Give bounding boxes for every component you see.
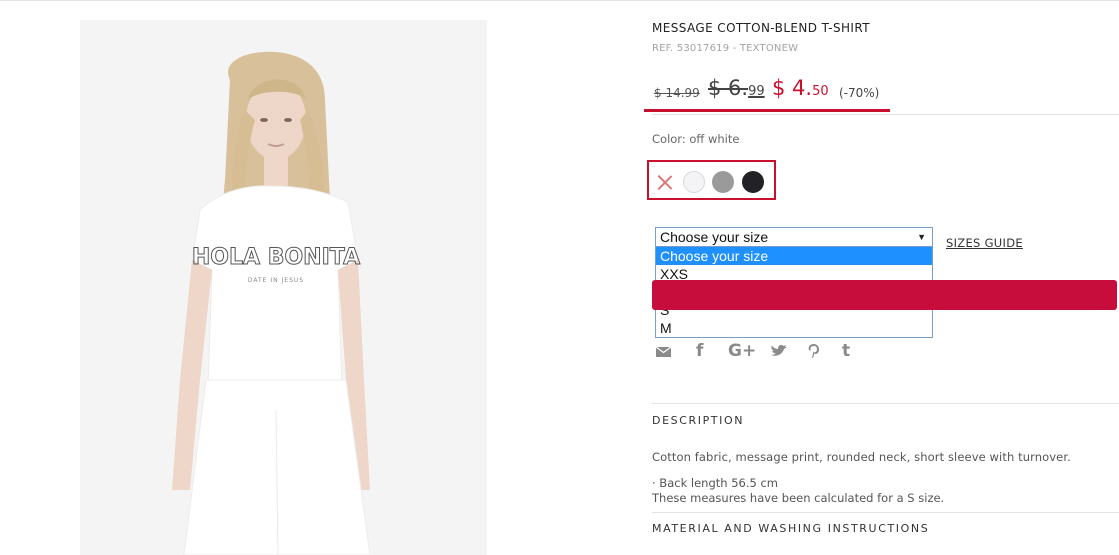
tshirt-print-text: HOLA BONITA [192,245,360,270]
color-swatch-black[interactable] [742,171,764,193]
google-plus-icon[interactable]: G+ [728,340,756,362]
sizes-guide-link[interactable]: SIZES GUIDE [946,236,1023,250]
product-details: MESSAGE COTTON-BLEND T-SHIRT REF. 530176… [644,0,1119,555]
description-measure: · Back length 56.5 cm [652,476,778,490]
sale-price: $ 4.50 [772,76,829,100]
color-label: Color: off white [652,132,740,146]
divider [652,403,1119,404]
price-highlight-underline [644,109,890,112]
sale-price-cents: 50 [812,84,829,99]
cross-icon[interactable] [656,173,674,191]
color-swatch-off-white[interactable] [683,171,705,193]
product-ref: REF. 53017619 - TEXTONEW [652,43,799,54]
size-select[interactable]: Choose your size ▼ [655,227,933,247]
dropdown-arrow-icon[interactable]: ▼ [917,228,926,246]
material-heading[interactable]: MATERIAL AND WASHING INSTRUCTIONS [652,522,929,535]
original-price: $ 14.99 [654,86,700,100]
color-swatch-grey[interactable] [712,171,734,193]
size-option[interactable]: Choose your size [656,247,932,265]
description-measure-note: These measures have been calculated for … [652,491,945,505]
twitter-icon[interactable] [770,340,788,362]
previous-price-cents: 99 [748,84,765,99]
discount-percent: (-70%) [839,86,880,100]
tshirt-print-subtext: DATE IN JESUS [248,277,304,284]
product-image[interactable]: HOLA BONITA DATE IN JESUS [80,20,487,555]
pinterest-icon[interactable] [807,340,821,362]
description-body: Cotton fabric, message print, rounded ne… [652,450,1071,464]
divider [652,114,1119,115]
divider [652,512,1119,513]
tumblr-icon[interactable]: t [842,340,850,362]
sale-price-main: $ 4. [772,76,813,100]
previous-price: $ 6.99 [708,76,765,100]
size-option[interactable]: M [656,319,932,337]
product-title: MESSAGE COTTON-BLEND T-SHIRT [652,21,870,35]
add-to-bag-button[interactable] [652,280,1117,310]
size-select-value: Choose your size [660,229,769,245]
description-heading[interactable]: DESCRIPTION [652,414,744,427]
facebook-icon[interactable]: f [696,340,703,362]
previous-price-main: $ 6. [708,76,749,100]
email-icon[interactable] [656,340,672,362]
